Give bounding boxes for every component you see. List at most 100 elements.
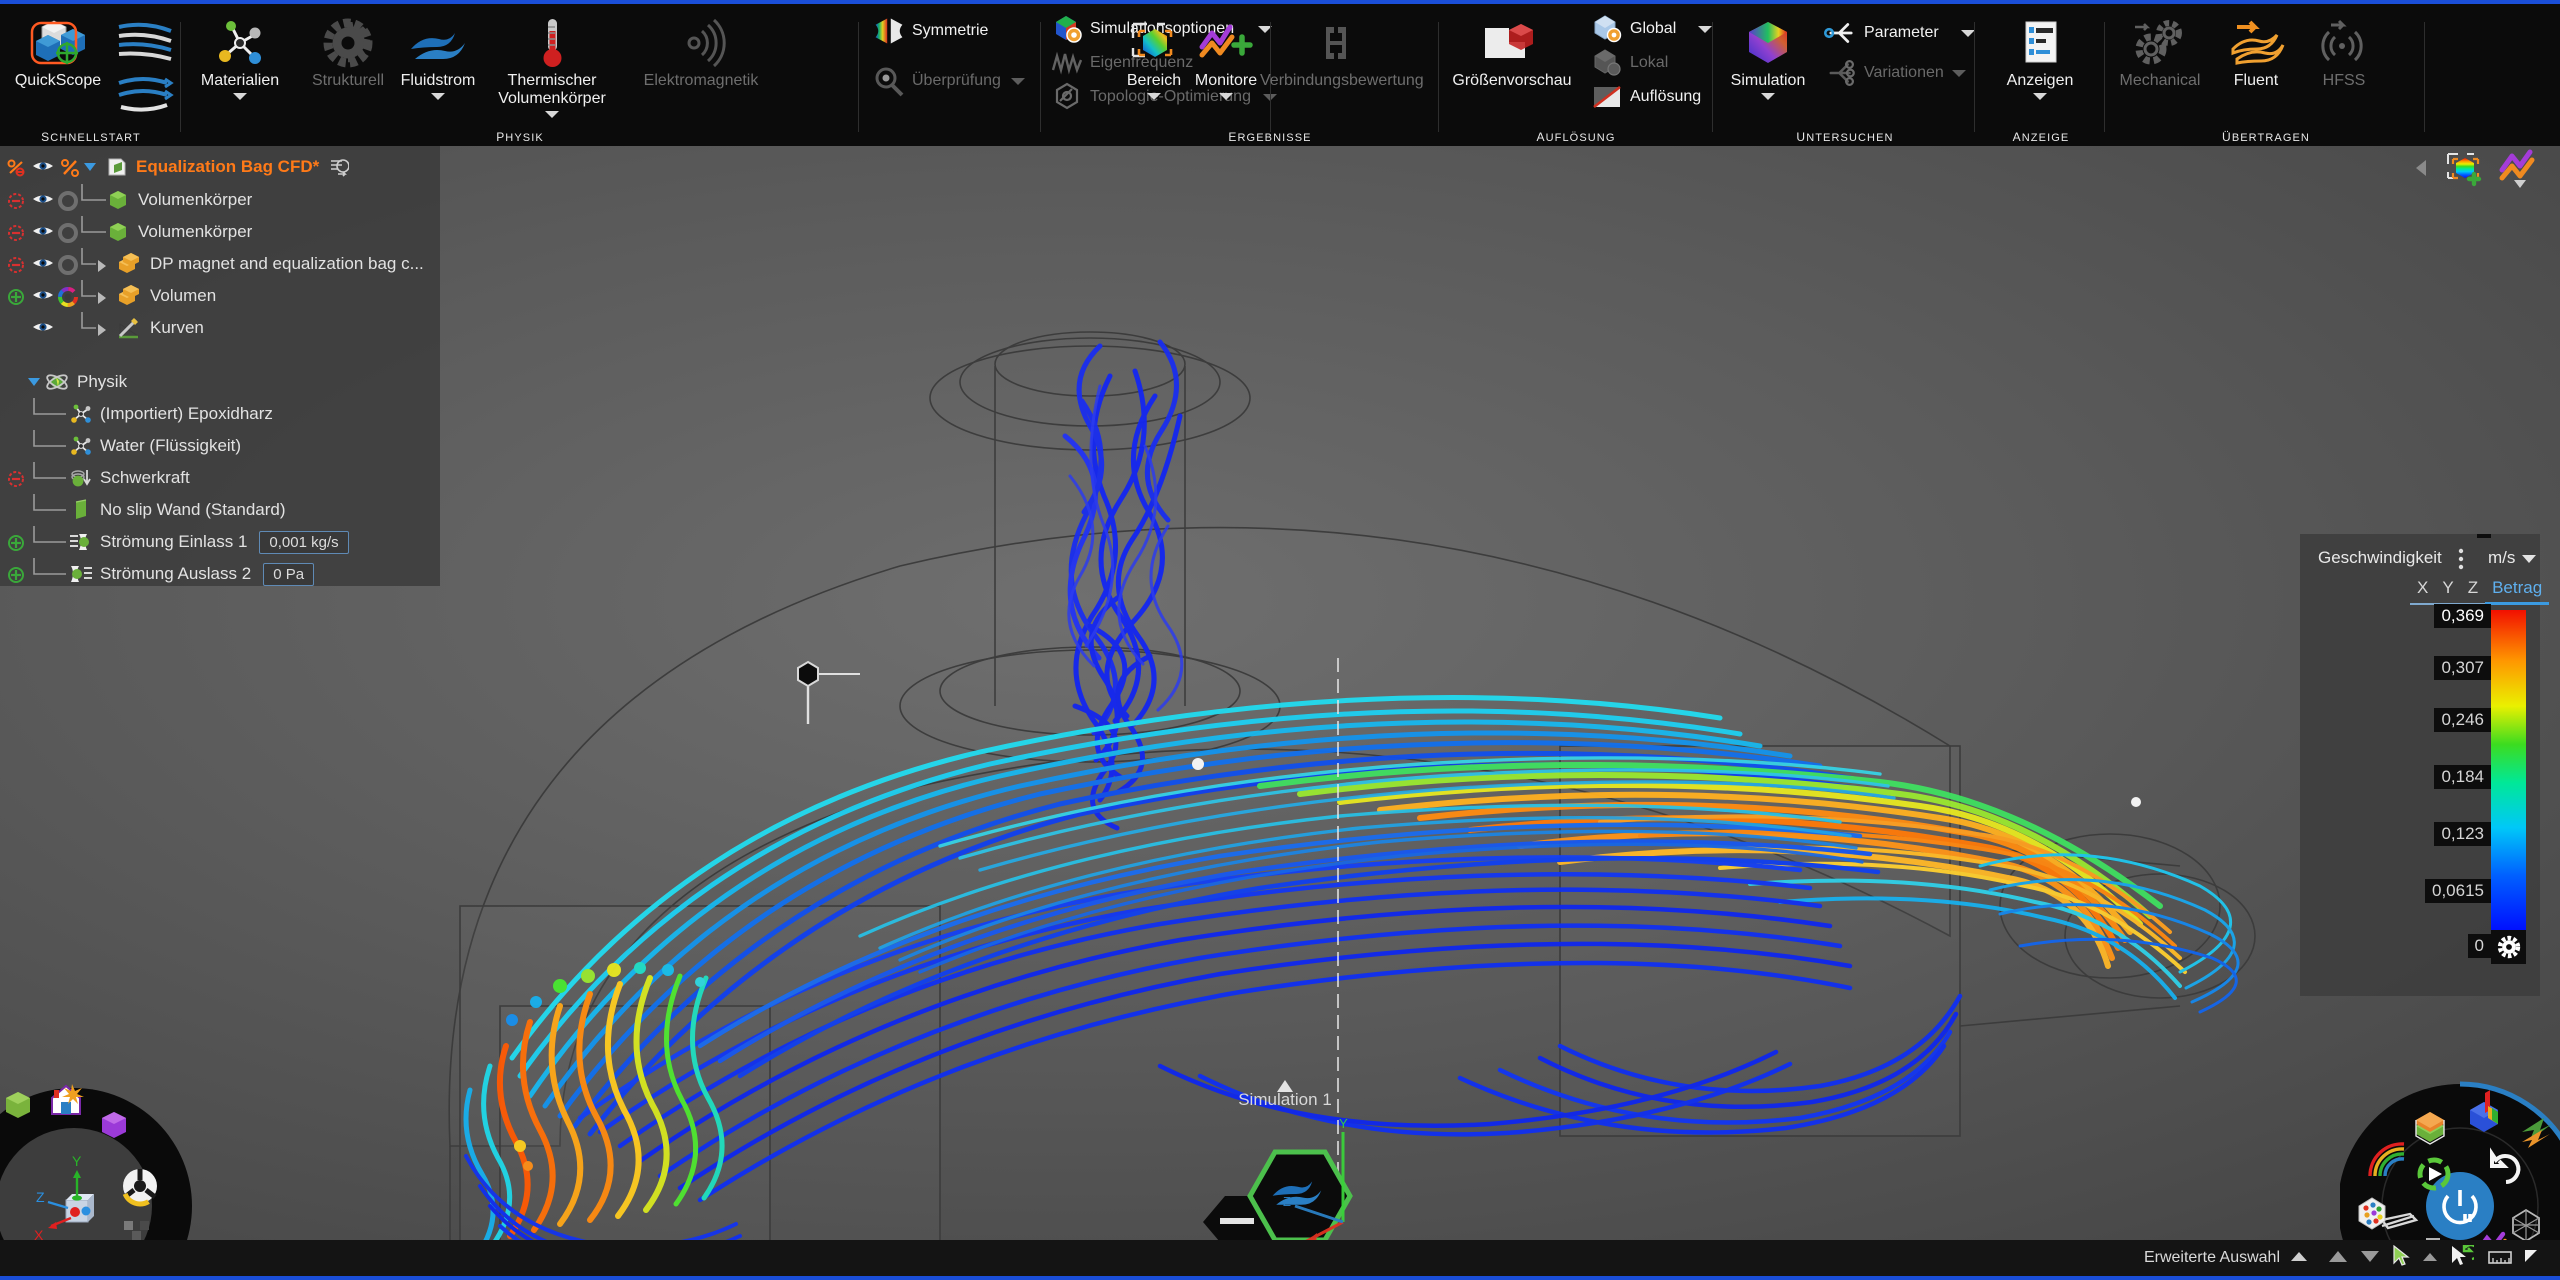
suppress-minus-icon[interactable] (6, 223, 24, 241)
chevron-down-icon[interactable] (1010, 77, 1025, 85)
kebab-menu-icon[interactable] (2458, 548, 2464, 573)
quickscope-button[interactable]: QuickScope (0, 14, 116, 90)
visibility-eye-icon[interactable] (32, 158, 53, 176)
suppress-slash-icon[interactable] (60, 158, 79, 177)
tree-item-row[interactable]: Strömung Einlass 1 0,001 kg/s (0, 526, 440, 558)
anzeigen-button[interactable]: Anzeigen (1986, 14, 2094, 100)
legend-tab-x[interactable]: X (2410, 578, 2436, 605)
chevron-left-icon[interactable] (2412, 156, 2430, 185)
tree-physics-row[interactable]: Physik (0, 366, 440, 398)
verbindungsbewertung-button[interactable]: Verbindungsbewertung (1260, 14, 1424, 90)
outlet-value-field[interactable]: 0 Pa (263, 562, 315, 586)
ueberpruefung-button[interactable]: Überprüfung (872, 66, 1025, 97)
tree-item-row[interactable]: Schwerkraft (0, 462, 440, 494)
flow-stack-button[interactable] (108, 8, 182, 130)
chevron-down-icon[interactable] (1698, 25, 1713, 33)
chevron-down-icon[interactable] (233, 93, 247, 100)
caret-up-icon[interactable] (2328, 1249, 2348, 1268)
chevron-down-icon[interactable] (2522, 554, 2537, 563)
ribbon-group-label: Auflösung (1536, 126, 1616, 145)
tree-item-label: (Importiert) Epoxidharz (100, 404, 273, 423)
tree-item-row[interactable]: Volumenkörper (0, 216, 440, 248)
chevron-down-icon[interactable] (1219, 93, 1233, 100)
tree-item-row[interactable]: Volumenkörper (0, 184, 440, 216)
thermischer-volumenkoerper-button[interactable]: Thermischer Volumenkörper (482, 14, 622, 118)
legend-panel[interactable]: Geschwindigkeit m/s X Y Z Betrag 0,369 0… (2300, 534, 2550, 996)
groessenvorschau-button[interactable]: Größenvorschau (1438, 14, 1586, 90)
materialien-button[interactable]: Materialien (186, 14, 294, 100)
visibility-eye-icon[interactable] (32, 255, 53, 273)
legend-tab-z[interactable]: Z (2460, 578, 2486, 605)
inlet-value-field[interactable]: 0,001 kg/s (259, 530, 349, 554)
triangle-icon[interactable] (2524, 1248, 2540, 1269)
tree-item-row[interactable]: DP magnet and equalization bag c... (0, 248, 440, 280)
tree-root-row[interactable]: Equalization Bag CFD* (0, 150, 440, 184)
variationen-button[interactable]: Variationen (1824, 58, 1966, 88)
parameter-button[interactable]: Parameter (1824, 18, 1975, 48)
tree-item-row[interactable]: No slip Wand (Standard) (0, 494, 440, 526)
tree-item-row[interactable]: Volumen (0, 280, 440, 312)
suppress-plus-icon[interactable] (6, 565, 24, 583)
chevron-down-icon[interactable] (1147, 93, 1161, 100)
caret-down-icon[interactable] (2360, 1249, 2380, 1268)
add-result-icon[interactable] (2442, 148, 2486, 193)
legend-unit-selector[interactable]: m/s (2488, 548, 2537, 568)
aufloesung-label: Auflösung (1630, 88, 1702, 105)
tree-item-row[interactable]: Strömung Auslass 2 0 Pa (0, 558, 440, 590)
expander-caret-icon[interactable] (98, 292, 106, 304)
global-button[interactable]: Global (1590, 14, 1713, 44)
cursor-select-icon[interactable] (2392, 1244, 2410, 1272)
solid-body-icon (110, 223, 126, 241)
suppress-minus-icon[interactable] (6, 469, 24, 487)
suppress-plus-icon[interactable] (6, 533, 24, 551)
fluidstrom-button[interactable]: Fluidstrom (384, 14, 492, 100)
caret-up-icon[interactable] (2290, 1249, 2308, 1267)
suppress-minus-icon[interactable] (6, 255, 24, 273)
lokal-button[interactable]: Lokal (1590, 48, 1668, 78)
symmetrie-button[interactable]: Symmetrie (872, 16, 988, 46)
legend-component-tabs[interactable]: X Y Z Betrag (2410, 578, 2550, 605)
expander-caret-icon[interactable] (84, 163, 96, 171)
simulation-button[interactable]: Simulation (1714, 14, 1822, 100)
visibility-eye-icon[interactable] (32, 191, 53, 209)
legend-tab-y[interactable]: Y (2435, 578, 2461, 605)
legend-settings-button[interactable] (2491, 930, 2526, 964)
tree-item-row[interactable]: Kurven (0, 312, 440, 344)
chevron-down-icon[interactable] (1761, 93, 1775, 100)
advanced-selection-label[interactable]: Erweiterte Auswahl (2144, 1249, 2280, 1267)
model-tree-panel[interactable]: Equalization Bag CFD* Volumenkörper Volu… (0, 146, 440, 586)
chevron-down-icon[interactable] (431, 93, 445, 100)
legend-tick-4: 0,123 (2434, 822, 2491, 846)
tree-gutter (0, 558, 106, 590)
visibility-eye-icon[interactable] (32, 319, 53, 337)
expander-caret-icon[interactable] (28, 378, 40, 386)
tree-item-row[interactable]: Water (Flüssigkeit) (0, 430, 440, 462)
ruler-icon[interactable] (2488, 1247, 2514, 1270)
caret-up-icon[interactable] (2422, 1249, 2438, 1267)
chevron-down-icon[interactable] (2033, 93, 2047, 100)
expander-caret-icon[interactable] (98, 324, 106, 336)
visibility-eye-icon[interactable] (32, 287, 53, 305)
inspect-magnifier-icon (872, 66, 906, 97)
tree-gutter (0, 216, 106, 248)
resolution-slider-icon (1590, 82, 1624, 112)
tree-connector (33, 494, 66, 511)
tree-item-row[interactable]: (Importiert) Epoxidharz (0, 398, 440, 430)
chevron-down-icon[interactable] (1960, 29, 1975, 37)
suppress-minus-icon[interactable] (6, 191, 24, 209)
elektromagnetik-button[interactable]: Elektromagnetik (626, 14, 776, 90)
mechanical-button[interactable]: Mechanical (2106, 14, 2214, 90)
expander-caret-icon[interactable] (98, 260, 106, 272)
legend-tab-betrag[interactable]: Betrag (2485, 578, 2550, 605)
suppress-plus-icon[interactable] (6, 287, 24, 305)
update-model-icon[interactable] (327, 157, 350, 177)
monitor-chart-icon[interactable] (2498, 148, 2546, 193)
suppress-toggle-icon[interactable] (6, 158, 25, 177)
ribbon-group-label: Ergebnisse (1228, 126, 1312, 145)
aufloesung-button[interactable]: Auflösung (1590, 82, 1701, 112)
cursor-undo-icon[interactable] (2450, 1239, 2479, 1272)
visibility-eye-icon[interactable] (32, 223, 53, 241)
chevron-down-icon[interactable] (545, 111, 559, 118)
hfss-button[interactable]: HFSS (2290, 14, 2398, 90)
chevron-down-icon[interactable] (1951, 69, 1966, 77)
